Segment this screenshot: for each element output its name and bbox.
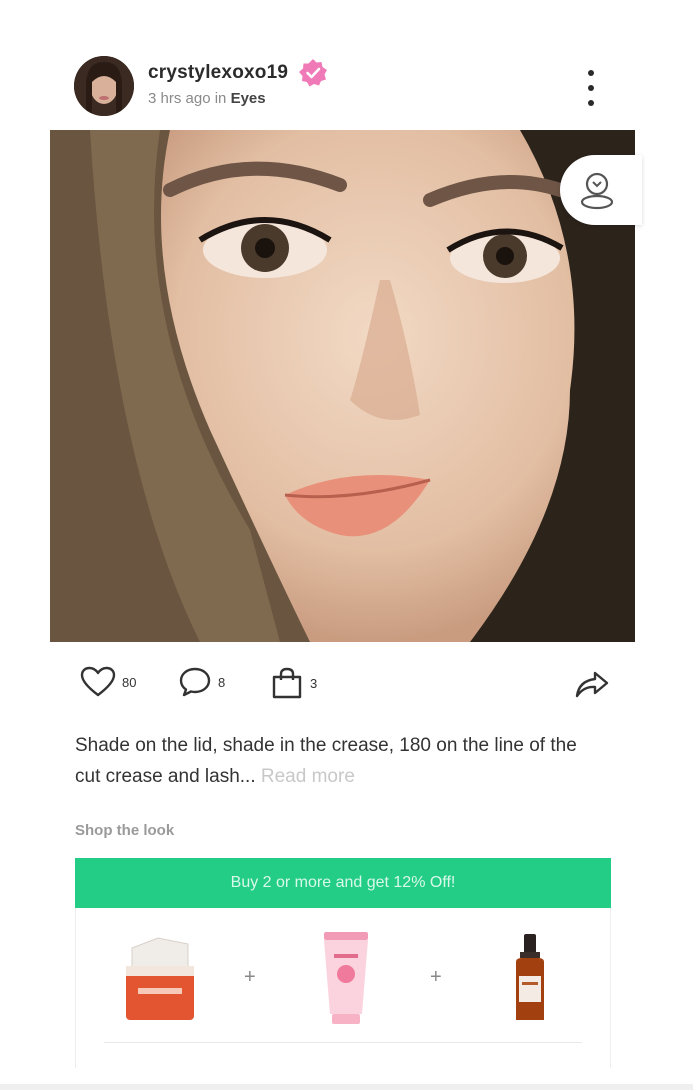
post-category[interactable]: Eyes (231, 90, 266, 107)
comment-icon (179, 667, 211, 697)
post-meta: 3 hrs ago in Eyes (148, 90, 266, 107)
product-pink-tube[interactable] (318, 930, 374, 1031)
post-header: crystylexoxo19 3 hrs ago in Eyes (74, 52, 614, 116)
username-row: crystylexoxo19 (148, 58, 328, 88)
bottom-edge (0, 1084, 693, 1090)
face-scan-button[interactable] (560, 155, 642, 225)
plus-separator-2: + (430, 966, 442, 988)
read-more-link[interactable]: Read more (261, 766, 355, 787)
post-actions: 80 8 3 (80, 666, 610, 710)
plus-separator-1: + (244, 966, 256, 988)
post-time: 3 hrs ago (148, 90, 211, 107)
username[interactable]: crystylexoxo19 (148, 62, 288, 84)
post-caption: Shade on the lid, shade in the crease, 1… (75, 730, 595, 792)
shopping-bag-icon (272, 667, 302, 699)
product-cream-jar[interactable] (122, 932, 198, 1029)
share-icon (575, 671, 609, 698)
like-button[interactable]: 80 (80, 666, 136, 698)
verified-badge-icon (298, 58, 328, 88)
comment-count: 8 (218, 674, 226, 690)
promo-banner[interactable]: Buy 2 or more and get 12% Off! (75, 858, 611, 908)
product-row: + + (75, 908, 611, 1068)
more-vertical-icon[interactable] (584, 70, 598, 106)
post-photo[interactable] (50, 130, 635, 642)
products-divider (104, 1042, 582, 1043)
shop-count: 3 (310, 675, 318, 691)
shop-button[interactable]: 3 (270, 666, 317, 700)
avatar[interactable] (74, 56, 134, 116)
product-serum-bottle[interactable] (508, 932, 552, 1029)
heart-icon (80, 666, 116, 697)
avatar-image (74, 56, 134, 116)
post-in-label: in (214, 90, 227, 107)
face-scan-icon (580, 172, 614, 210)
comment-button[interactable]: 8 (178, 666, 225, 698)
like-count: 80 (122, 674, 137, 690)
share-button[interactable] (574, 670, 610, 705)
shop-the-look-title: Shop the look (75, 822, 175, 839)
